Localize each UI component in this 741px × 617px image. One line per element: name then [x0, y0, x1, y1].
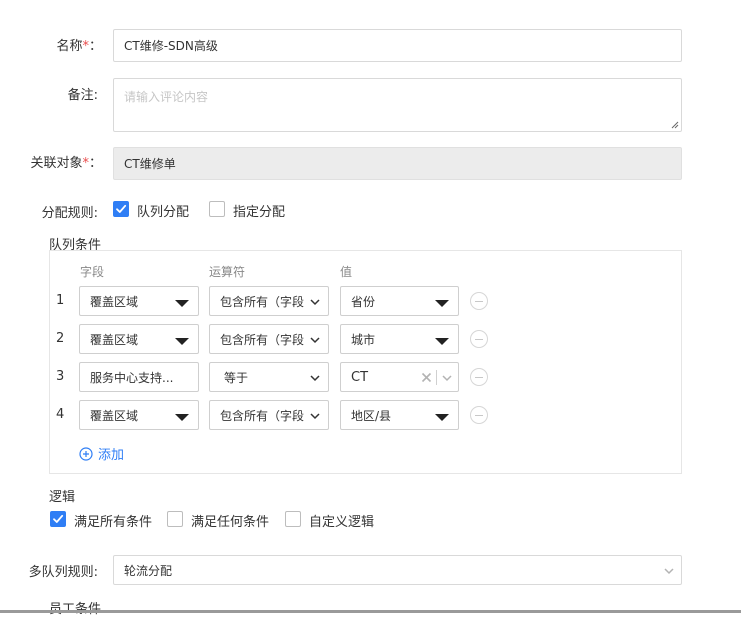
add-condition-label: 添加: [98, 448, 125, 463]
chevron-down-icon: [310, 337, 320, 344]
row-number: 4: [56, 407, 65, 422]
chevron-down-icon: [664, 568, 674, 575]
plus-circle-icon: [79, 446, 93, 461]
operator-select-value: 等于: [224, 370, 249, 385]
operator-select[interactable]: 包含所有（字段: [209, 286, 329, 316]
name-label: 名称*：: [30, 35, 102, 54]
related-object-field: CT维修单: [113, 147, 682, 180]
queue-assign-checkbox[interactable]: [113, 201, 129, 217]
dropdown-triangle-icon: [175, 338, 189, 345]
value-select-value: CT: [351, 369, 369, 385]
check-icon: [53, 514, 64, 523]
check-icon: [116, 204, 127, 213]
chevron-down-icon: [442, 375, 452, 382]
multi-queue-value: 轮流分配: [124, 563, 173, 578]
multi-queue-select[interactable]: 轮流分配: [113, 555, 682, 585]
field-select[interactable]: 服务中心支持...: [79, 362, 199, 392]
related-object-label-colon: ：: [88, 156, 102, 171]
name-label-colon: ：: [88, 39, 102, 54]
chevron-down-icon: [310, 413, 320, 420]
select-divider: [436, 370, 437, 385]
operator-select-value: 包含所有（字段: [220, 408, 305, 423]
field-select-value: 覆盖区域: [90, 408, 139, 423]
clear-icon[interactable]: [421, 372, 432, 383]
value-select[interactable]: CT: [340, 362, 459, 392]
remove-row-icon[interactable]: [470, 330, 488, 348]
add-condition-button[interactable]: 添加: [79, 444, 124, 463]
remark-textarea[interactable]: 请输入评论内容: [113, 78, 682, 132]
related-object-label-text: 关联对象: [30, 156, 83, 171]
operator-select-value: 包含所有（字段: [220, 332, 305, 347]
value-select[interactable]: 城市: [340, 324, 459, 354]
resize-handle-icon[interactable]: [671, 121, 679, 129]
logic-title: 逻辑: [49, 490, 76, 505]
specified-assign-checkbox[interactable]: [209, 201, 225, 217]
specified-assign-label[interactable]: 指定分配: [233, 201, 285, 220]
related-object-value: CT维修单: [124, 157, 176, 171]
name-input[interactable]: CT维修-SDN高级: [113, 29, 682, 62]
name-label-text: 名称: [56, 39, 83, 54]
remove-row-icon[interactable]: [470, 406, 488, 424]
match-any-checkbox[interactable]: [167, 511, 183, 527]
dropdown-triangle-icon: [435, 414, 449, 421]
column-header-value: 值: [340, 265, 353, 279]
value-select-value: 地区/县: [351, 408, 392, 423]
operator-select[interactable]: 包含所有（字段: [209, 400, 329, 430]
remove-row-icon[interactable]: [470, 368, 488, 386]
value-select-value: 省份: [351, 294, 376, 309]
match-all-label[interactable]: 满足所有条件: [74, 511, 152, 530]
value-select-value: 城市: [351, 332, 376, 347]
chevron-down-icon: [310, 299, 320, 306]
custom-logic-checkbox[interactable]: [285, 511, 301, 527]
chevron-down-icon: [310, 375, 320, 382]
operator-select[interactable]: 包含所有（字段: [209, 324, 329, 354]
dropdown-triangle-icon: [435, 338, 449, 345]
column-header-field: 字段: [80, 265, 105, 279]
value-select[interactable]: 地区/县: [340, 400, 459, 430]
assign-rule-label: 分配规则:: [41, 206, 98, 221]
field-select[interactable]: 覆盖区域: [79, 286, 199, 316]
field-select[interactable]: 覆盖区域: [79, 400, 199, 430]
name-input-value: CT维修-SDN高级: [124, 39, 218, 53]
match-all-checkbox[interactable]: [50, 511, 66, 527]
operator-select-value: 包含所有（字段: [220, 294, 305, 309]
field-select-value: 覆盖区域: [90, 332, 139, 347]
multi-queue-label: 多队列规则:: [28, 565, 98, 580]
dropdown-triangle-icon: [175, 300, 189, 307]
queue-assign-label[interactable]: 队列分配: [137, 201, 189, 220]
column-header-operator: 运算符: [209, 265, 246, 279]
related-object-label: 关联对象*：: [10, 152, 102, 171]
remove-row-icon[interactable]: [470, 292, 488, 310]
match-any-label[interactable]: 满足任何条件: [191, 511, 269, 530]
value-select[interactable]: 省份: [340, 286, 459, 316]
operator-select[interactable]: 等于: [209, 362, 329, 392]
remark-label: 备注:: [67, 88, 98, 103]
remark-placeholder: 请输入评论内容: [124, 90, 209, 104]
row-number: 3: [56, 369, 65, 384]
dropdown-triangle-icon: [175, 414, 189, 421]
row-number: 2: [56, 331, 65, 346]
row-number: 1: [56, 293, 65, 308]
field-select[interactable]: 覆盖区域: [79, 324, 199, 354]
field-select-value: 服务中心支持...: [90, 370, 174, 385]
field-select-value: 覆盖区域: [90, 294, 139, 309]
staff-conditions-title: 员工条件: [49, 598, 101, 617]
custom-logic-label[interactable]: 自定义逻辑: [309, 511, 374, 530]
dropdown-triangle-icon: [435, 300, 449, 307]
